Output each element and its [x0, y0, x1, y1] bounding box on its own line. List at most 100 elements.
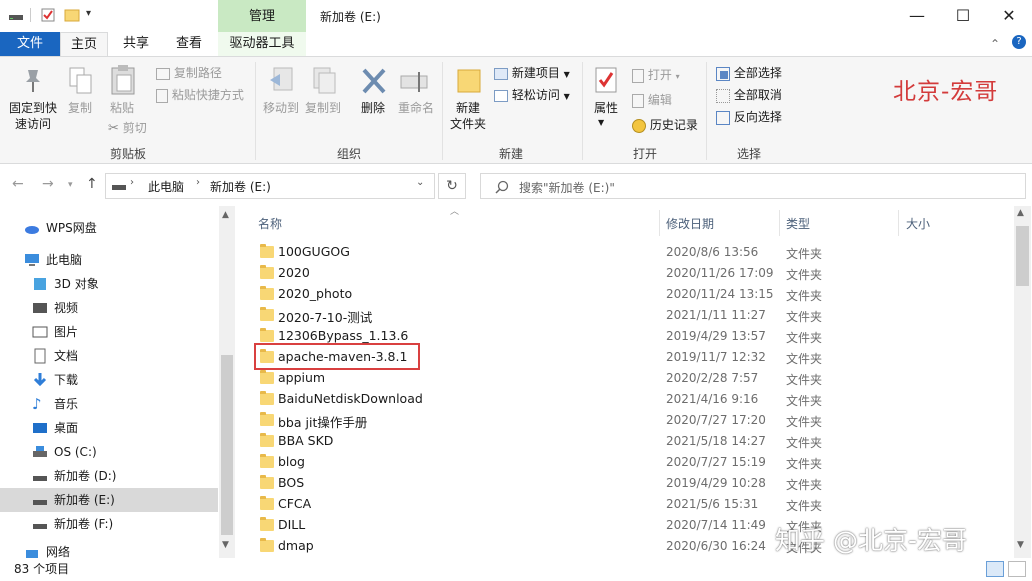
- large-icons-view-icon[interactable]: [1008, 561, 1026, 577]
- file-row[interactable]: BOS 2019/4/29 10:28 文件夹: [250, 473, 1010, 494]
- organize-group-label: 组织: [336, 147, 361, 161]
- customize-quick-access-icon[interactable]: ▾: [86, 8, 91, 19]
- column-type[interactable]: 类型: [786, 215, 810, 232]
- file-row[interactable]: appium 2020/2/28 7:57 文件夹: [250, 368, 1010, 389]
- paste-button[interactable]: 粘贴: [106, 100, 138, 116]
- close-button[interactable]: ✕: [986, 0, 1032, 32]
- file-row[interactable]: 2020 2020/11/26 17:09 文件夹: [250, 263, 1010, 284]
- file-row[interactable]: bba jit操作手册 2020/7/27 17:20 文件夹: [250, 410, 1010, 431]
- file-row[interactable]: 2020-7-10-测试 2021/1/11 11:27 文件夹: [250, 305, 1010, 326]
- expand-ribbon-icon[interactable]: ⌃: [990, 37, 1000, 51]
- file-row[interactable]: BBA SKD 2021/5/18 14:27 文件夹: [250, 431, 1010, 452]
- file-row[interactable]: 2020_photo 2020/11/24 13:15 文件夹: [250, 284, 1010, 305]
- scroll-up-icon[interactable]: ▲: [222, 210, 229, 220]
- file-date: 2020/11/26 17:09: [666, 266, 774, 280]
- file-date: 2019/11/7 12:32: [666, 350, 766, 364]
- tab-home[interactable]: 主页: [60, 32, 108, 57]
- new-folder-button[interactable]: 新建 文件夹: [448, 100, 488, 132]
- file-row[interactable]: BaiduNetdiskDownload 2021/4/16 9:16 文件夹: [250, 389, 1010, 410]
- paste-shortcut-button[interactable]: 粘贴快捷方式: [156, 86, 244, 104]
- select-none-button[interactable]: 全部取消: [716, 86, 782, 104]
- scroll-down-icon[interactable]: ▼: [222, 540, 229, 550]
- tab-file[interactable]: 文件: [0, 32, 60, 56]
- rename-button[interactable]: 重命名: [394, 100, 438, 116]
- nav-item-drive-e[interactable]: 新加卷 (E:): [0, 488, 218, 512]
- column-separator[interactable]: [898, 210, 899, 236]
- move-to-button[interactable]: 移动到: [260, 100, 302, 116]
- column-size[interactable]: 大小: [906, 215, 930, 232]
- breadcrumb-this-pc[interactable]: 此电脑: [148, 178, 184, 195]
- maximize-button[interactable]: ☐: [940, 0, 986, 32]
- properties-check-icon[interactable]: [40, 7, 56, 23]
- nav-item-os-c[interactable]: OS (C:): [0, 440, 218, 464]
- tab-drive-tools[interactable]: 驱动器工具: [218, 32, 306, 56]
- tab-share[interactable]: 共享: [112, 32, 160, 56]
- system-drive-icon: [32, 444, 48, 460]
- new-item-button[interactable]: 新建项目 ▼: [494, 64, 570, 82]
- refresh-icon[interactable]: ↻: [438, 173, 466, 199]
- column-separator[interactable]: [659, 210, 660, 236]
- nav-item-network[interactable]: 网络: [0, 542, 218, 558]
- pin-icon: [22, 68, 44, 97]
- nav-item-drive-d[interactable]: 新加卷 (D:): [0, 464, 218, 488]
- group-separator: [255, 62, 256, 160]
- nav-item-downloads[interactable]: 下载: [0, 368, 218, 392]
- back-arrow-icon[interactable]: ←: [12, 176, 24, 192]
- column-name[interactable]: 名称: [258, 215, 282, 232]
- drive-icon[interactable]: [8, 7, 24, 23]
- recent-locations-icon[interactable]: ▾: [68, 180, 73, 190]
- nav-item-drive-f[interactable]: 新加卷 (F:): [0, 512, 218, 536]
- properties-dropdown-icon[interactable]: ▼: [598, 118, 604, 127]
- easy-access-button[interactable]: 轻松访问 ▼: [494, 86, 570, 104]
- new-folder-icon[interactable]: [64, 7, 80, 23]
- nav-item-pictures[interactable]: 图片: [0, 320, 218, 344]
- clipboard-group-label: 剪贴板: [109, 147, 146, 161]
- file-type: 文件夹: [786, 247, 823, 261]
- new-group-label: 新建: [498, 147, 523, 161]
- copy-button[interactable]: 复制: [64, 100, 96, 116]
- copy-to-button[interactable]: 复制到: [302, 100, 344, 116]
- address-dropdown-icon[interactable]: ⌄: [416, 177, 424, 188]
- forward-arrow-icon[interactable]: →: [42, 176, 54, 192]
- manage-tab[interactable]: 管理: [218, 0, 306, 33]
- properties-button[interactable]: 属性: [590, 100, 622, 116]
- edit-button[interactable]: 编辑: [632, 91, 672, 109]
- invert-selection-button[interactable]: 反向选择: [716, 108, 782, 126]
- watermark-top: 北京-宏哥: [893, 79, 999, 105]
- file-list-scroll-thumb[interactable]: [1016, 226, 1029, 286]
- nav-item-3d-objects[interactable]: 3D 对象: [0, 272, 218, 296]
- tab-view[interactable]: 查看: [165, 32, 213, 56]
- nav-item-documents[interactable]: 文档: [0, 344, 218, 368]
- scroll-up-icon[interactable]: ▲: [1017, 208, 1024, 218]
- breadcrumb-drive-e[interactable]: 新加卷 (E:): [210, 178, 271, 195]
- file-row[interactable]: CFCA 2021/5/6 15:31 文件夹: [250, 494, 1010, 515]
- minimize-button[interactable]: —: [894, 0, 940, 32]
- scroll-down-icon[interactable]: ▼: [1017, 540, 1024, 550]
- open-button[interactable]: 打开 ▾: [632, 66, 680, 84]
- nav-pane-scroll-thumb[interactable]: [221, 355, 233, 535]
- folder-icon: [260, 286, 274, 300]
- up-arrow-icon[interactable]: ↑: [86, 176, 98, 192]
- nav-item-desktop[interactable]: 桌面: [0, 416, 218, 440]
- pin-to-quick-access-button[interactable]: 固定到快 速访问: [6, 100, 60, 132]
- nav-item-videos[interactable]: 视频: [0, 296, 218, 320]
- nav-item-music[interactable]: ♪ 音乐: [0, 392, 218, 416]
- scissors-icon: ✂: [108, 121, 119, 136]
- details-view-icon[interactable]: [986, 561, 1004, 577]
- select-all-button[interactable]: 全部选择: [716, 64, 782, 82]
- nav-item-wps-cloud[interactable]: WPS网盘: [0, 216, 218, 240]
- nav-item-this-pc[interactable]: 此电脑: [0, 248, 218, 272]
- column-separator[interactable]: [779, 210, 780, 236]
- cube-icon: [32, 276, 48, 292]
- history-button[interactable]: 历史记录: [632, 116, 698, 134]
- column-date[interactable]: 修改日期: [666, 215, 714, 232]
- copy-path-button[interactable]: 复制路径: [156, 64, 222, 82]
- file-row[interactable]: blog 2020/7/27 15:19 文件夹: [250, 452, 1010, 473]
- file-row[interactable]: 100GUGOG 2020/8/6 13:56 文件夹: [250, 242, 1010, 263]
- address-bar[interactable]: › 此电脑 › 新加卷 (E:) ⌄: [105, 173, 435, 199]
- delete-button[interactable]: 删除: [356, 100, 390, 116]
- help-icon[interactable]: ?: [1012, 35, 1026, 49]
- video-icon: [32, 300, 48, 316]
- search-input[interactable]: 搜索"新加卷 (E:)": [480, 173, 1026, 199]
- cut-button[interactable]: ✂ 剪切: [108, 119, 147, 137]
